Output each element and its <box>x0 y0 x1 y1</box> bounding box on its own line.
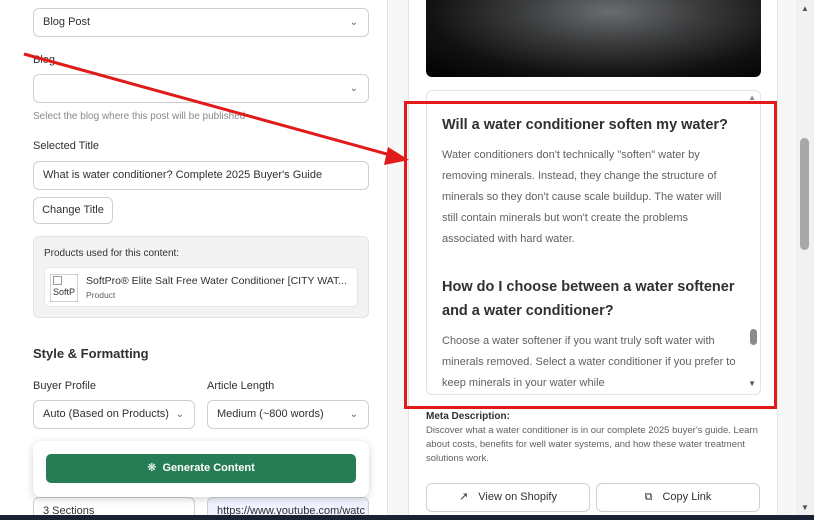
copy-link-button[interactable]: ⧉ Copy Link <box>596 483 760 512</box>
content-type-value: Blog Post <box>43 16 91 28</box>
article-length-select[interactable]: Medium (~800 words) ⌄ <box>207 400 369 429</box>
product-card[interactable]: SoftP SoftPro® Elite Salt Free Water Con… <box>44 267 358 307</box>
faq-content: Will a water conditioner soften my water… <box>442 113 737 394</box>
broken-image-icon <box>53 276 62 285</box>
blog-select[interactable]: ⌄ <box>33 74 369 103</box>
preview-panel: ▲ Will a water conditioner soften my wat… <box>408 0 778 520</box>
scroll-up-arrow-icon[interactable]: ▲ <box>801 4 809 13</box>
scroll-down-arrow-icon[interactable]: ▼ <box>801 503 809 512</box>
blog-help-text: Select the blog where this post will be … <box>33 111 246 122</box>
faq-question: How do I choose between a water softener… <box>442 279 735 319</box>
buyer-profile-value: Auto (Based on Products) <box>43 408 169 420</box>
product-thumbnail: SoftP <box>50 274 78 302</box>
chevron-down-icon: ⌄ <box>175 409 184 420</box>
chevron-down-icon: ⌄ <box>349 83 358 94</box>
generate-bar: ❋ Generate Content <box>33 441 369 497</box>
product-name: SoftPro® Elite Salt Free Water Condition… <box>86 275 347 287</box>
meta-description-label: Meta Description: <box>426 411 510 422</box>
generate-content-button[interactable]: ❋ Generate Content <box>46 454 356 483</box>
featured-image <box>426 0 761 77</box>
scroll-up-arrow-icon[interactable]: ▲ <box>748 93 756 102</box>
selected-title-label: Selected Title <box>33 140 100 152</box>
selected-title-field[interactable]: What is water conditioner? Complete 2025… <box>33 161 369 190</box>
product-type: Product <box>86 290 116 300</box>
page-scrollbar[interactable]: ▲ ▼ <box>796 0 814 520</box>
meta-description-text: Discover what a water conditioner is in … <box>426 425 758 464</box>
page: Blog Post ⌄ Blog ⌄ Select the blog where… <box>0 0 814 520</box>
buyer-profile-label: Buyer Profile <box>33 380 96 392</box>
buyer-profile-select[interactable]: Auto (Based on Products) ⌄ <box>33 400 195 429</box>
page-scrollbar-thumb[interactable] <box>800 138 809 250</box>
chevron-down-icon: ⌄ <box>349 17 358 28</box>
copy-link-label: Copy Link <box>662 491 712 503</box>
faq-answer: Water conditioners don't technically "so… <box>442 149 722 245</box>
style-formatting-heading: Style & Formatting <box>33 346 149 361</box>
product-thumbnail-alt: SoftP <box>53 287 76 297</box>
faq-question: Will a water conditioner soften my water… <box>442 117 728 133</box>
taskbar-edge <box>0 515 814 520</box>
faq-answer: Choose a water softener if you want trul… <box>442 335 736 389</box>
article-length-value: Medium (~800 words) <box>217 408 324 420</box>
content-type-select[interactable]: Blog Post ⌄ <box>33 8 369 37</box>
external-link-icon: ↗ <box>459 491 469 503</box>
view-on-shopify-button[interactable]: ↗ View on Shopify <box>426 483 590 512</box>
generate-content-label: Generate Content <box>162 462 255 474</box>
copy-icon: ⧉ <box>644 491 653 503</box>
products-used-label: Products used for this content: <box>44 248 180 259</box>
sparkle-icon: ❋ <box>147 462 157 474</box>
view-on-shopify-label: View on Shopify <box>478 491 557 503</box>
faq-scroll-area[interactable]: ▲ Will a water conditioner soften my wat… <box>426 90 761 395</box>
products-used-box: Products used for this content: SoftP So… <box>33 236 369 318</box>
chevron-down-icon: ⌄ <box>349 409 358 420</box>
scroll-down-arrow-icon[interactable]: ▼ <box>748 379 756 388</box>
content-form-panel: Blog Post ⌄ Blog ⌄ Select the blog where… <box>0 0 388 520</box>
selected-title-value: What is water conditioner? Complete 2025… <box>43 169 323 181</box>
faq-scrollbar-thumb[interactable] <box>750 329 757 345</box>
article-length-label: Article Length <box>207 380 275 392</box>
blog-label: Blog <box>33 54 56 66</box>
change-title-button[interactable]: Change Title <box>33 197 113 224</box>
